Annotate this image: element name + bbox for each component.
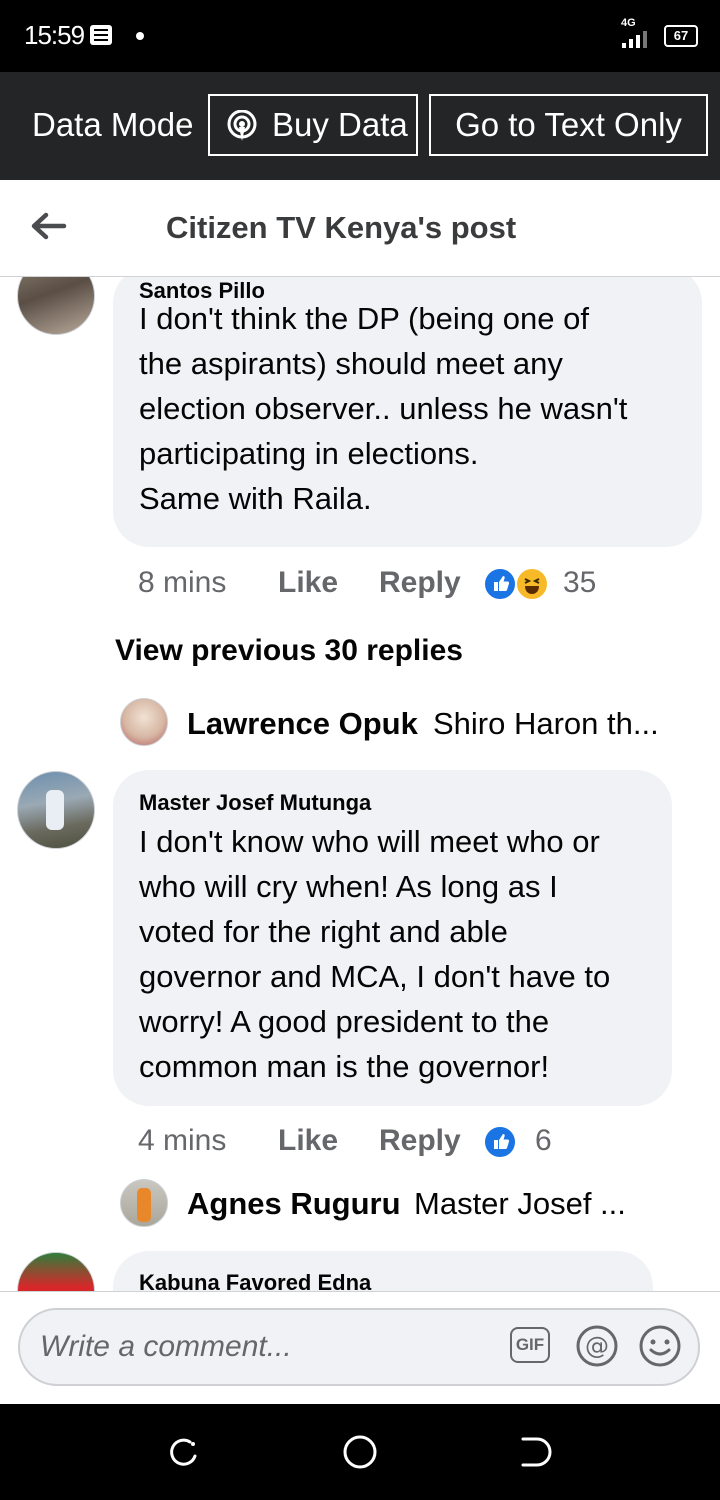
comment-text: I don't think the DP (being one of the a… [139,301,628,516]
svg-text:@: @ [585,1332,609,1360]
avatar[interactable] [120,1179,168,1227]
status-time: 15:59 [24,20,85,50]
like-reaction-icon [483,1125,517,1159]
message-notification-icon [90,25,112,45]
comment-input[interactable]: Write a comment... GIF @ [18,1308,700,1386]
battery-level: 67 [664,25,698,47]
avatar[interactable] [17,277,95,335]
notification-dot-icon [136,32,144,40]
buy-data-button[interactable]: Buy Data [208,94,418,156]
avatar[interactable] [17,1252,95,1291]
comment-bubble: Kabuna Favored Edna [113,1251,653,1291]
comment-bubble: Santos Pillo I don't think the DP (being… [113,277,702,547]
like-button[interactable]: Like [278,1124,338,1158]
network-type: 4G [621,17,636,29]
status-bar: 15:59 4G 67 [0,0,720,72]
gif-button[interactable]: GIF [510,1327,550,1363]
reply-snippet: Shiro Haron th... [433,706,659,741]
comment-time: 8 mins [138,566,227,599]
mention-icon[interactable]: @ [575,1324,619,1368]
post-header: Citizen TV Kenya's post [0,180,720,277]
comments-feed[interactable]: Santos Pillo I don't think the DP (being… [0,277,720,1291]
recent-apps-icon[interactable] [166,1434,202,1470]
reply-snippet: Master Josef ... [414,1186,626,1221]
like-button[interactable]: Like [278,566,338,600]
data-mode-label: Data Mode [32,106,194,143]
page-title: Citizen TV Kenya's post [166,210,517,245]
emoji-icon[interactable] [638,1324,682,1368]
comment-placeholder: Write a comment... [40,1330,292,1363]
reply-button[interactable]: Reply [379,1124,461,1158]
reply-button[interactable]: Reply [379,566,461,600]
like-reaction-icon [483,567,517,601]
reaction-count[interactable]: 35 [563,566,596,600]
text-only-button[interactable]: Go to Text Only [429,94,708,156]
view-previous-replies-link[interactable]: View previous 30 replies [115,634,463,668]
reaction-count[interactable]: 6 [535,1124,552,1158]
comment-time: 4 mins [138,1124,227,1157]
data-mode-bar: Data Mode Buy Data Go to Text Only [0,72,720,180]
home-icon[interactable] [342,1434,378,1470]
comment-bubble: Master Josef Mutunga I don't know who wi… [113,770,672,1106]
reply-author[interactable]: Agnes Ruguru [187,1186,401,1222]
avatar[interactable] [120,698,168,746]
comment-author[interactable]: Kabuna Favored Edna [139,1270,371,1291]
comment-compose-bar: Write a comment... GIF @ [0,1291,720,1405]
haha-reaction-icon [515,567,549,601]
reply-author[interactable]: Lawrence Opuk [187,706,418,742]
back-arrow-icon[interactable] [28,206,68,246]
comment-text: I don't know who will meet who or who wi… [139,824,611,1084]
broadcast-icon [227,110,257,141]
back-icon[interactable] [517,1434,553,1470]
system-nav-bar [0,1404,720,1500]
signal-icon [622,30,656,48]
comment-author[interactable]: Master Josef Mutunga [139,790,371,816]
avatar[interactable] [17,771,95,849]
buy-data-label: Buy Data [272,106,408,143]
